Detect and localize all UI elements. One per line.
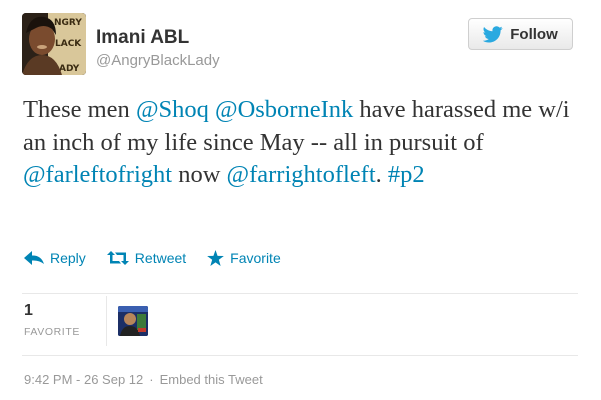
favorite-button[interactable]: Favorite [207,250,281,266]
tweet-footer: 9:42 PM - 26 Sep 12 · Embed this Tweet [24,372,263,387]
reply-label: Reply [50,250,86,266]
tweet-text: These men @Shoq @OsborneInk have harasse… [23,94,583,192]
tweet-header: NGRY LACK ADY Imani ABL @AngryBlackLady … [22,13,582,75]
retweet-label: Retweet [134,250,187,266]
follow-button-label: Follow [510,25,558,43]
follow-button[interactable]: Follow [468,18,573,50]
tweet-text-segment: now [172,161,227,188]
author-name[interactable]: Imani ABL [96,27,189,49]
hashtag-link-p2[interactable]: #p2 [388,161,425,188]
footer-separator: · [149,372,154,387]
tweet-timestamp[interactable]: 9:42 PM - 26 Sep 12 [24,372,143,387]
retweet-icon [106,251,129,265]
retweet-button[interactable]: Retweet [106,250,187,266]
embed-tweet-link[interactable]: Embed this Tweet [160,372,263,387]
mention-link-osborneink[interactable]: @OsborneInk [215,96,353,123]
divider [22,293,578,294]
divider [22,355,578,356]
stats-separator [106,296,107,346]
star-icon [207,250,225,266]
author-handle[interactable]: @AngryBlackLady [96,52,220,69]
tweet-actions: Reply Retweet Favorite [24,247,302,269]
favorites-count[interactable]: 1 [24,302,33,320]
svg-text:ADY: ADY [59,64,80,74]
mention-link-farleftofright[interactable]: @farleftofright [23,161,172,188]
favoriter-avatar[interactable] [118,306,148,336]
mention-link-shoq[interactable]: @Shoq [136,96,209,123]
tweet-text-segment: . [375,161,388,188]
reply-button[interactable]: Reply [24,250,86,266]
tweet-text-segment: These men [23,96,136,123]
favoriter-avatar-image [118,306,148,336]
favorite-label: Favorite [230,250,281,266]
twitter-bird-icon [483,25,503,42]
author-avatar[interactable]: NGRY LACK ADY [22,13,86,75]
favorites-label: FAVORITE [24,326,80,338]
svg-text:LACK: LACK [55,39,82,49]
mention-link-farrightofleft[interactable]: @farrightofleft [227,161,376,188]
reply-icon [24,251,44,265]
svg-text:NGRY: NGRY [54,18,82,28]
author-avatar-image: NGRY LACK ADY [22,13,86,75]
